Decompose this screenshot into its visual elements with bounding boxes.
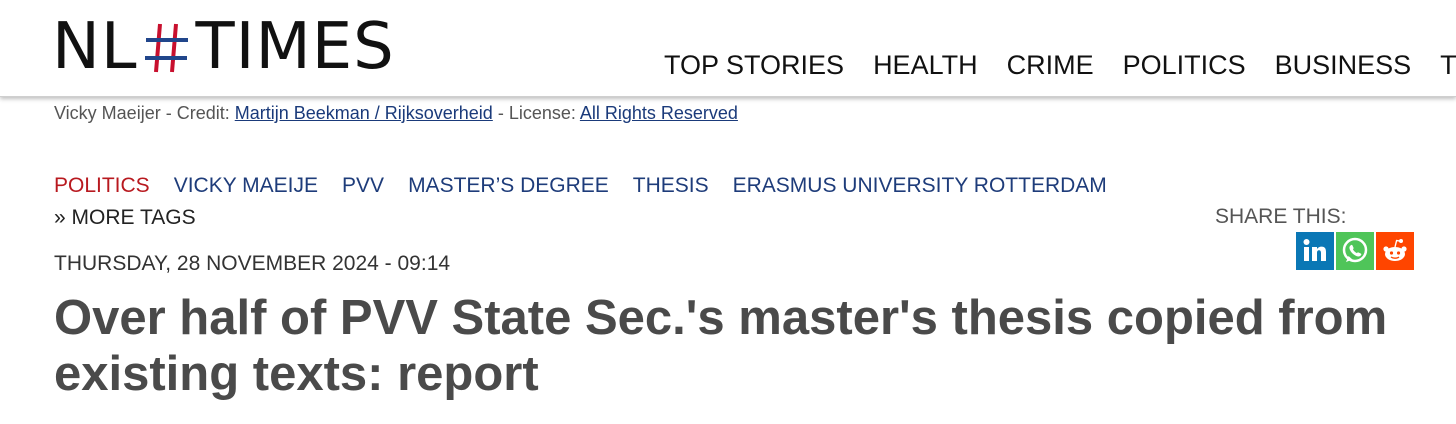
share-buttons xyxy=(1296,232,1414,270)
main-nav: TOP STORIES HEALTH CRIME POLITICS BUSINE… xyxy=(664,48,1456,82)
whatsapp-icon xyxy=(1342,237,1368,263)
nav-item-politics[interactable]: POLITICS xyxy=(1123,48,1246,82)
tag-vicky-maeije[interactable]: VICKY MAEIJE xyxy=(174,172,318,200)
article-headline: Over half of PVV State Sec.'s master's t… xyxy=(54,291,1388,401)
hash-icon xyxy=(142,12,192,82)
site-logo[interactable]: NL TIMES xyxy=(52,12,395,82)
whatsapp-share-button[interactable] xyxy=(1336,232,1374,270)
linkedin-share-button[interactable] xyxy=(1296,232,1334,270)
nav-item-tech[interactable]: TECH xyxy=(1440,48,1456,82)
credit-prefix: Vicky Maeijer - Credit: xyxy=(54,103,235,123)
more-tags-link[interactable]: » MORE TAGS xyxy=(54,204,196,232)
license-prefix: - License: xyxy=(492,103,580,123)
nav-item-top-stories[interactable]: TOP STORIES xyxy=(664,48,844,82)
share-label: SHARE THIS: xyxy=(1215,205,1347,228)
tag-politics[interactable]: POLITICS xyxy=(54,172,150,200)
linkedin-icon xyxy=(1303,239,1326,261)
nav-item-crime[interactable]: CRIME xyxy=(1007,48,1094,82)
tag-pvv[interactable]: PVV xyxy=(342,172,384,200)
image-credit: Vicky Maeijer - Credit: Martijn Beekman … xyxy=(54,103,738,124)
logo-text-left: NL xyxy=(52,10,138,84)
tag-erasmus-university[interactable]: ERASMUS UNIVERSITY ROTTERDAM xyxy=(733,172,1107,200)
nav-item-health[interactable]: HEALTH xyxy=(873,48,978,82)
reddit-share-button[interactable] xyxy=(1376,232,1414,270)
tag-thesis[interactable]: THESIS xyxy=(633,172,709,200)
nav-item-business[interactable]: BUSINESS xyxy=(1275,48,1412,82)
logo-text-right: TIMES xyxy=(195,10,395,84)
tag-list: POLITICS VICKY MAEIJE PVV MASTER’S DEGRE… xyxy=(54,172,1131,200)
tag-masters-degree[interactable]: MASTER’S DEGREE xyxy=(408,172,609,200)
license-link[interactable]: All Rights Reserved xyxy=(580,103,738,123)
reddit-icon xyxy=(1383,239,1407,261)
credit-link[interactable]: Martijn Beekman / Rijksoverheid xyxy=(235,103,493,123)
article-date: THURSDAY, 28 NOVEMBER 2024 - 09:14 xyxy=(54,252,451,275)
site-header: NL TIMES TOP STORIES HEALTH CRIME POLITI… xyxy=(0,0,1456,97)
